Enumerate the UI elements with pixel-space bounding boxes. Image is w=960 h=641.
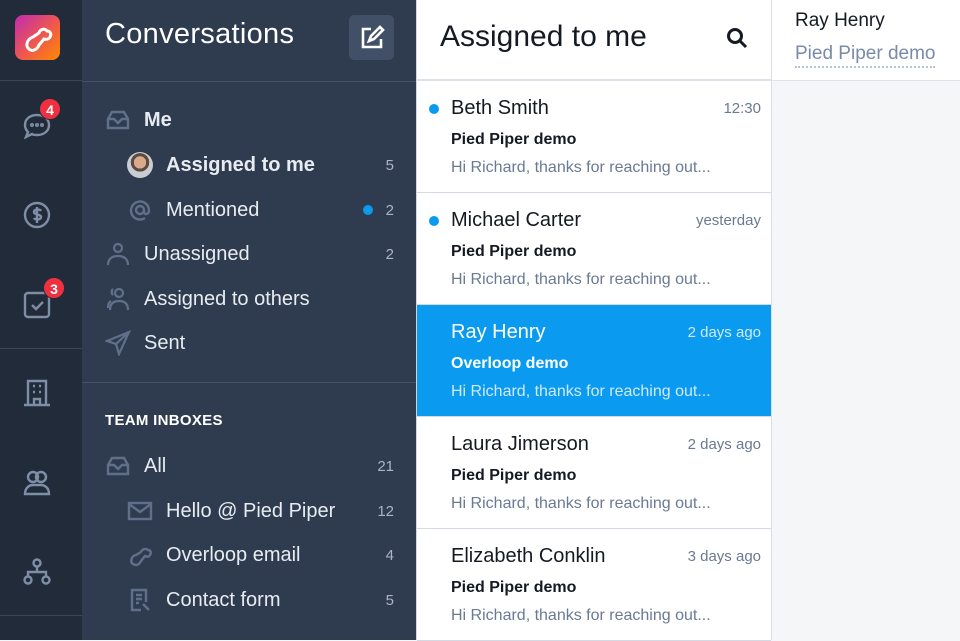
count: 5 (385, 591, 394, 609)
conversation-item[interactable]: Beth Smith 12:30 Pied Piper demo Hi Rich… (417, 81, 771, 193)
count: 21 (377, 457, 394, 475)
sidebar-item-label: All (144, 454, 167, 477)
compose-button[interactable] (349, 15, 394, 60)
preview: Hi Richard, thanks for reaching out... (451, 495, 711, 512)
inbox-icon (105, 453, 131, 479)
subject: Pied Piper demo (451, 131, 577, 148)
sidebar-item-label: Me (144, 108, 172, 131)
subject: Pied Piper demo (451, 579, 577, 596)
conversation-item-selected[interactable]: Ray Henry 2 days ago Overloop demo Hi Ri… (417, 305, 771, 417)
deals-dollar-icon[interactable] (21, 199, 53, 231)
send-icon (105, 330, 131, 356)
contacts-people-icon[interactable] (21, 467, 53, 499)
search-icon[interactable] (725, 26, 749, 50)
preview: Hi Richard, thanks for reaching out... (451, 271, 711, 288)
sidebar-item-contact-form[interactable]: Contact form 5 (82, 580, 416, 620)
app-rail: 4 3 (0, 0, 82, 640)
count: 5 (385, 156, 394, 174)
avatar (127, 152, 153, 178)
preview: Hi Richard, thanks for reaching out... (451, 607, 711, 624)
timestamp: 12:30 (723, 100, 761, 117)
sidebar-item-unassigned[interactable]: Unassigned 2 (82, 234, 416, 274)
sidebar-item-sent[interactable]: Sent (82, 323, 416, 363)
count: 2 (385, 201, 394, 219)
conversations-sidebar: Conversations Me Assigned to me 5 Mentio… (82, 0, 416, 640)
conversation-item[interactable]: Michael Carter yesterday Pied Piper demo… (417, 193, 771, 305)
sidebar-title: Conversations (105, 18, 295, 50)
list-title: Assigned to me (440, 20, 647, 53)
conversation-item[interactable]: Laura Jimerson 2 days ago Pied Piper dem… (417, 417, 771, 529)
sidebar-item-hello-pied-piper[interactable]: Hello @ Pied Piper 12 (82, 491, 416, 531)
detail-contact-name: Ray Henry (795, 10, 885, 31)
conversation-list: Assigned to me Beth Smith 12:30 Pied Pip… (416, 0, 772, 641)
count: 12 (377, 502, 394, 520)
contact-name: Michael Carter (451, 209, 582, 231)
sidebar-item-label: Hello @ Pied Piper (166, 499, 336, 522)
count: 2 (385, 245, 394, 263)
unread-dot (363, 205, 373, 215)
timestamp: 2 days ago (687, 324, 761, 341)
preview: Hi Richard, thanks for reaching out... (451, 383, 711, 400)
sidebar-item-mentioned[interactable]: Mentioned 2 (82, 190, 416, 230)
team-inboxes-header: TEAM INBOXES (105, 412, 223, 429)
sidebar-item-label: Overloop email (166, 543, 301, 566)
sidebar-item-label: Assigned to others (144, 287, 310, 310)
conversations-badge: 4 (39, 98, 61, 120)
sidebar-item-assigned-to-me[interactable]: Assigned to me 5 (82, 145, 416, 185)
subject: Overloop demo (451, 355, 569, 372)
contact-name: Ray Henry (451, 321, 546, 343)
sidebar-item-label: Assigned to me (166, 153, 315, 176)
detail-subject-link[interactable]: Pied Piper demo (795, 43, 936, 68)
workflows-hierarchy-icon[interactable] (21, 556, 53, 588)
sidebar-item-assigned-to-others[interactable]: Assigned to others (82, 279, 416, 319)
conversation-item[interactable]: Elizabeth Conklin 3 days ago Pied Piper … (417, 529, 771, 641)
timestamp: 3 days ago (687, 548, 761, 565)
sidebar-item-label: Contact form (166, 588, 281, 611)
contact-name: Beth Smith (451, 97, 549, 119)
subject: Pied Piper demo (451, 243, 577, 260)
form-icon (127, 587, 153, 613)
timestamp: 2 days ago (687, 436, 761, 453)
timestamp: yesterday (695, 212, 761, 229)
unread-dot (429, 104, 439, 114)
sidebar-item-label: Unassigned (144, 242, 250, 265)
sidebar-item-label: Sent (144, 331, 186, 354)
tasks-badge: 3 (43, 277, 65, 299)
users-icon (105, 286, 131, 312)
inbox-icon (105, 107, 131, 133)
sidebar-item-overloop-email[interactable]: Overloop email 4 (82, 535, 416, 575)
mail-icon (127, 498, 153, 524)
sidebar-item-me[interactable]: Me (82, 100, 416, 140)
contact-name: Laura Jimerson (451, 433, 589, 455)
unread-dot (429, 216, 439, 226)
companies-building-icon[interactable] (21, 377, 53, 409)
count: 4 (385, 546, 394, 564)
app-logo[interactable] (15, 15, 60, 60)
user-icon (105, 241, 131, 267)
sidebar-item-label: Mentioned (166, 198, 260, 221)
overloop-icon (127, 542, 153, 568)
compose-icon (359, 24, 385, 51)
at-icon (127, 197, 153, 223)
subject: Pied Piper demo (451, 467, 577, 484)
sidebar-item-all[interactable]: All 21 (82, 446, 416, 486)
preview: Hi Richard, thanks for reaching out... (451, 159, 711, 176)
conversation-detail: Ray Henry Pied Piper demo (772, 0, 960, 640)
contact-name: Elizabeth Conklin (451, 545, 606, 567)
